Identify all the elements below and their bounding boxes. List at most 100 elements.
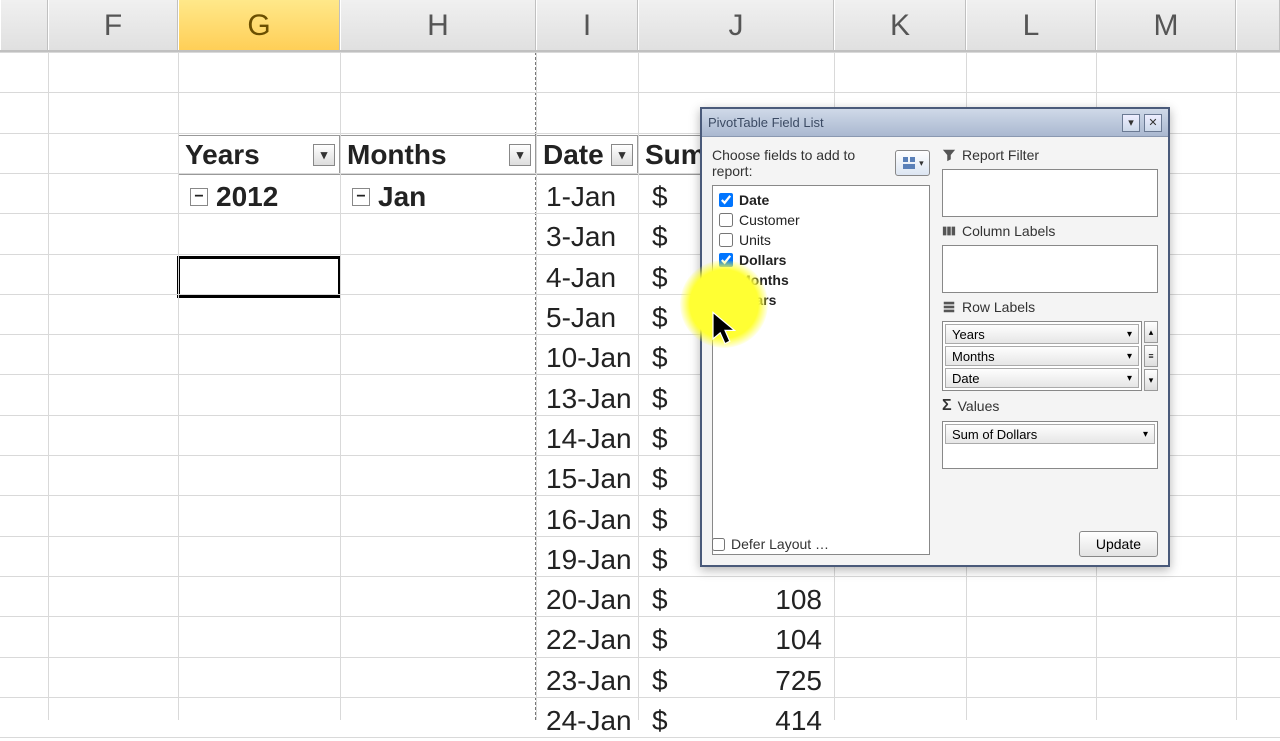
active-cell-selection[interactable] bbox=[177, 256, 341, 298]
layout-options-button[interactable]: ▾ bbox=[895, 150, 930, 176]
value-cell[interactable]: 108 bbox=[686, 580, 834, 620]
defer-layout-input[interactable] bbox=[712, 538, 725, 551]
column-header-I[interactable]: I bbox=[536, 0, 638, 50]
dollar-sign-cell: $ bbox=[646, 459, 686, 499]
collapse-year-icon[interactable]: − bbox=[190, 188, 208, 206]
field-row-units[interactable]: Units bbox=[719, 230, 923, 250]
row-item-months[interactable]: Months▾ bbox=[945, 346, 1139, 366]
column-headers: FGHIJKLM bbox=[0, 0, 1280, 52]
column-labels-zone[interactable] bbox=[942, 245, 1158, 293]
gridline-horizontal bbox=[0, 697, 1280, 698]
column-header-M[interactable]: M bbox=[1096, 0, 1236, 50]
gridline-vertical bbox=[536, 52, 537, 720]
date-cell[interactable]: 5-Jan bbox=[540, 298, 638, 338]
field-label: Years bbox=[739, 292, 776, 308]
row-item-date[interactable]: Date▾ bbox=[945, 368, 1139, 388]
field-label: Dollars bbox=[739, 252, 786, 268]
column-header-J[interactable]: J bbox=[638, 0, 834, 50]
column-header-K[interactable]: K bbox=[834, 0, 966, 50]
value-cell[interactable]: 414 bbox=[686, 701, 834, 741]
pivot-header-months-label: Months bbox=[347, 139, 447, 171]
gridline-vertical bbox=[340, 52, 341, 720]
field-row-customer[interactable]: Customer bbox=[719, 210, 923, 230]
months-filter-button[interactable]: ▾ bbox=[509, 144, 531, 166]
pivot-header-years[interactable]: Years ▾ bbox=[178, 135, 340, 175]
value-item[interactable]: Sum of Dollars▾ bbox=[945, 424, 1155, 444]
date-filter-button[interactable]: ▾ bbox=[611, 144, 633, 166]
dollar-sign-cell: $ bbox=[646, 258, 686, 298]
date-cell[interactable]: 23-Jan bbox=[540, 661, 638, 701]
pivot-header-date-label: Date bbox=[543, 139, 604, 171]
column-header-edge[interactable] bbox=[0, 0, 48, 50]
pivot-header-date[interactable]: Date ▾ bbox=[536, 135, 638, 175]
columns-icon bbox=[942, 224, 956, 238]
date-cell[interactable]: 10-Jan bbox=[540, 338, 638, 378]
dollar-sign-cell: $ bbox=[646, 338, 686, 378]
date-cell[interactable]: 20-Jan bbox=[540, 580, 638, 620]
pane-close-button[interactable]: ✕ bbox=[1144, 114, 1162, 132]
scroll-grip-button[interactable]: ≡ bbox=[1144, 345, 1158, 367]
pivot-header-months[interactable]: Months ▾ bbox=[340, 135, 536, 175]
column-header-L[interactable]: L bbox=[966, 0, 1096, 50]
choose-fields-label: Choose fields to add to report: bbox=[712, 147, 895, 179]
field-row-date[interactable]: Date bbox=[719, 190, 923, 210]
date-cell[interactable]: 24-Jan bbox=[540, 701, 638, 741]
field-label: Customer bbox=[739, 212, 800, 228]
field-row-dollars[interactable]: Dollars bbox=[719, 250, 923, 270]
dollar-sign-cell: $ bbox=[646, 379, 686, 419]
defer-layout-label: Defer Layout … bbox=[731, 536, 829, 552]
gridline-horizontal bbox=[0, 92, 1280, 93]
date-cell[interactable]: 4-Jan bbox=[540, 258, 638, 298]
row-labels-scrollbar[interactable]: ▴ ≡ ▾ bbox=[1144, 321, 1158, 391]
update-button[interactable]: Update bbox=[1079, 531, 1158, 557]
field-checkbox-units[interactable] bbox=[719, 233, 733, 247]
pivot-month-row[interactable]: − Jan bbox=[346, 177, 536, 217]
date-cell[interactable]: 14-Jan bbox=[540, 419, 638, 459]
date-cell[interactable]: 3-Jan bbox=[540, 217, 638, 257]
sigma-icon: Σ bbox=[942, 397, 952, 415]
pivot-field-list-pane: PivotTable Field List ▾ ✕ Choose fields … bbox=[700, 107, 1170, 567]
column-header-F[interactable]: F bbox=[48, 0, 178, 50]
pane-minimize-button[interactable]: ▾ bbox=[1122, 114, 1140, 132]
field-checkbox-dollars[interactable] bbox=[719, 253, 733, 267]
field-checkbox-date[interactable] bbox=[719, 193, 733, 207]
row-item-years[interactable]: Years▾ bbox=[945, 324, 1139, 344]
date-cell[interactable]: 15-Jan bbox=[540, 459, 638, 499]
field-row-years[interactable]: Years bbox=[719, 290, 923, 310]
column-header-G[interactable]: G bbox=[178, 0, 340, 50]
date-cell[interactable]: 1-Jan bbox=[540, 177, 638, 217]
gridline-vertical bbox=[178, 52, 179, 720]
pane-titlebar[interactable]: PivotTable Field List ▾ ✕ bbox=[702, 109, 1168, 137]
pivot-year-row[interactable]: − 2012 bbox=[184, 177, 340, 217]
date-cell[interactable]: 13-Jan bbox=[540, 379, 638, 419]
date-cell[interactable]: 19-Jan bbox=[540, 540, 638, 580]
date-cell[interactable]: 16-Jan bbox=[540, 499, 638, 539]
dollar-sign-cell: $ bbox=[646, 298, 686, 338]
scroll-down-button[interactable]: ▾ bbox=[1144, 369, 1158, 391]
row-labels-zone[interactable]: Years▾Months▾Date▾ bbox=[942, 321, 1142, 391]
report-filter-label: Report Filter bbox=[942, 147, 1158, 163]
gridline-horizontal bbox=[0, 737, 1280, 738]
date-cell[interactable]: 22-Jan bbox=[540, 620, 638, 660]
column-header-edge[interactable] bbox=[1236, 0, 1280, 50]
defer-layout-checkbox[interactable]: Defer Layout … bbox=[712, 536, 829, 552]
report-filter-zone[interactable] bbox=[942, 169, 1158, 217]
value-cell[interactable]: 104 bbox=[686, 620, 834, 660]
field-row-months[interactable]: Months bbox=[719, 270, 923, 290]
collapse-month-icon[interactable]: − bbox=[352, 188, 370, 206]
values-zone[interactable]: Sum of Dollars▾ bbox=[942, 421, 1158, 469]
years-filter-button[interactable]: ▾ bbox=[313, 144, 335, 166]
dollar-sign-cell: $ bbox=[646, 701, 686, 741]
pivot-header-sum: Sum bbox=[638, 135, 708, 175]
field-checkbox-months[interactable] bbox=[719, 273, 733, 287]
pivot-header-sum-label: Sum bbox=[645, 139, 706, 171]
dollar-sign-cell: $ bbox=[646, 540, 686, 580]
gridline-horizontal bbox=[0, 52, 1280, 53]
gridline-horizontal bbox=[0, 576, 1280, 577]
field-checkbox-years[interactable] bbox=[719, 293, 733, 307]
value-cell[interactable]: 725 bbox=[686, 661, 834, 701]
field-checkbox-customer[interactable] bbox=[719, 213, 733, 227]
dollar-sign-cell: $ bbox=[646, 217, 686, 257]
column-header-H[interactable]: H bbox=[340, 0, 536, 50]
scroll-up-button[interactable]: ▴ bbox=[1144, 321, 1158, 343]
